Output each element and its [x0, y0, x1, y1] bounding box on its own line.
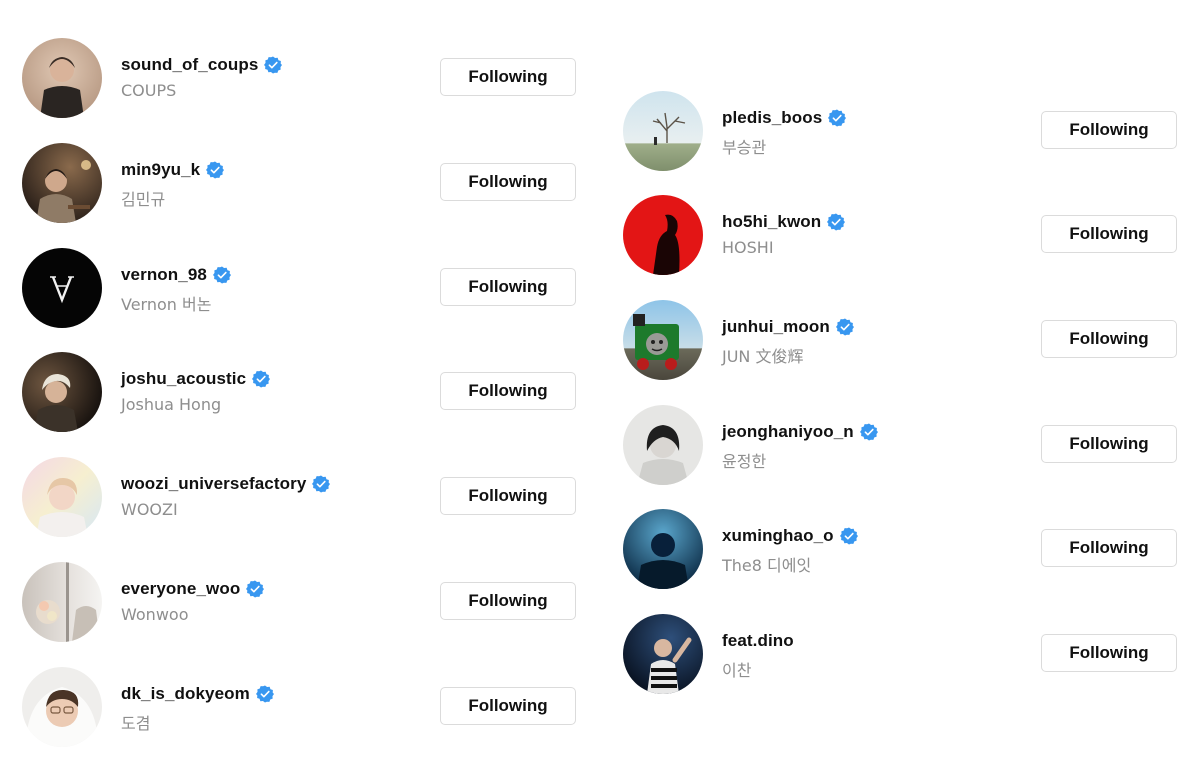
list-item: vernon_98 Vernon 버논 Following [22, 248, 582, 332]
list-item: feat.dino 이찬 Following [623, 614, 1183, 698]
username[interactable]: joshu_acoustic [121, 369, 246, 389]
verified-badge-icon [206, 161, 225, 179]
verified-badge-icon [859, 423, 878, 441]
username-line: woozi_universefactory [121, 474, 331, 494]
username-line: min9yu_k [121, 160, 225, 180]
avatar[interactable] [22, 248, 102, 328]
username-line: feat.dino [722, 631, 794, 651]
full-name: 윤정한 [722, 452, 767, 471]
avatar[interactable] [22, 143, 102, 223]
verified-badge-icon [252, 370, 271, 388]
full-name: The8 디에잇 [722, 556, 812, 575]
avatar[interactable] [22, 562, 102, 642]
list-item: everyone_woo Wonwoo Following [22, 562, 582, 646]
full-name: HOSHI [722, 238, 774, 257]
avatar[interactable] [22, 352, 102, 432]
full-name: 이찬 [722, 661, 752, 680]
username-line: sound_of_coups [121, 55, 283, 75]
list-item: joshu_acoustic Joshua Hong Following [22, 352, 582, 436]
list-item: pledis_boos 부승관 Following [623, 91, 1183, 175]
list-item: jeonghaniyoo_n 윤정한 Following [623, 405, 1183, 489]
list-item: xuminghao_o The8 디에잇 Following [623, 509, 1183, 593]
following-button[interactable]: Following [1041, 425, 1177, 463]
username[interactable]: jeonghaniyoo_n [722, 422, 854, 442]
username-line: ho5hi_kwon [722, 212, 846, 232]
full-name: COUPS [121, 81, 177, 100]
username-line: junhui_moon [722, 317, 854, 337]
avatar[interactable] [623, 91, 703, 171]
avatar[interactable] [623, 405, 703, 485]
verified-badge-icon [835, 318, 854, 336]
username-line: joshu_acoustic [121, 369, 271, 389]
avatar[interactable] [623, 509, 703, 589]
following-button[interactable]: Following [1041, 111, 1177, 149]
username[interactable]: vernon_98 [121, 265, 207, 285]
following-button[interactable]: Following [440, 268, 576, 306]
username-line: dk_is_dokyeom [121, 684, 274, 704]
list-item: ho5hi_kwon HOSHI Following [623, 195, 1183, 279]
following-button[interactable]: Following [440, 58, 576, 96]
verified-badge-icon [312, 475, 331, 493]
full-name: Vernon 버논 [121, 295, 212, 314]
username[interactable]: sound_of_coups [121, 55, 258, 75]
username[interactable]: min9yu_k [121, 160, 200, 180]
following-button[interactable]: Following [440, 477, 576, 515]
list-item: junhui_moon JUN 文俊辉 Following [623, 300, 1183, 384]
username[interactable]: feat.dino [722, 631, 794, 651]
verified-badge-icon [264, 56, 283, 74]
username-line: pledis_boos [722, 108, 847, 128]
username[interactable]: woozi_universefactory [121, 474, 306, 494]
avatar[interactable] [623, 195, 703, 275]
full-name: WOOZI [121, 500, 178, 519]
following-button[interactable]: Following [440, 582, 576, 620]
username-line: xuminghao_o [722, 526, 858, 546]
verified-badge-icon [212, 266, 231, 284]
following-button[interactable]: Following [1041, 634, 1177, 672]
username[interactable]: junhui_moon [722, 317, 830, 337]
list-item: dk_is_dokyeom 도겸 Following [22, 667, 582, 751]
following-button[interactable]: Following [1041, 215, 1177, 253]
avatar[interactable] [623, 614, 703, 694]
username[interactable]: dk_is_dokyeom [121, 684, 250, 704]
username-line: vernon_98 [121, 265, 231, 285]
following-button[interactable]: Following [440, 687, 576, 725]
username-line: everyone_woo [121, 579, 265, 599]
full-name: 도겸 [121, 714, 151, 733]
list-item: min9yu_k 김민규 Following [22, 143, 582, 227]
verified-badge-icon [255, 685, 274, 703]
following-button[interactable]: Following [440, 163, 576, 201]
full-name: JUN 文俊辉 [722, 347, 804, 366]
following-button[interactable]: Following [440, 372, 576, 410]
username[interactable]: pledis_boos [722, 108, 822, 128]
username[interactable]: ho5hi_kwon [722, 212, 821, 232]
full-name: Joshua Hong [121, 395, 222, 414]
full-name: 김민규 [121, 190, 166, 209]
list-item: sound_of_coups COUPS Following [22, 38, 582, 122]
username[interactable]: everyone_woo [121, 579, 240, 599]
avatar[interactable] [22, 457, 102, 537]
verified-badge-icon [827, 213, 846, 231]
following-button[interactable]: Following [1041, 529, 1177, 567]
username-line: jeonghaniyoo_n [722, 422, 878, 442]
avatar[interactable] [22, 667, 102, 747]
full-name: 부승관 [722, 138, 767, 157]
following-button[interactable]: Following [1041, 320, 1177, 358]
verified-badge-icon [246, 580, 265, 598]
full-name: Wonwoo [121, 605, 189, 624]
username[interactable]: xuminghao_o [722, 526, 834, 546]
avatar[interactable] [623, 300, 703, 380]
avatar[interactable] [22, 38, 102, 118]
verified-badge-icon [839, 527, 858, 545]
list-item: woozi_universefactory WOOZI Following [22, 457, 582, 541]
verified-badge-icon [828, 109, 847, 127]
